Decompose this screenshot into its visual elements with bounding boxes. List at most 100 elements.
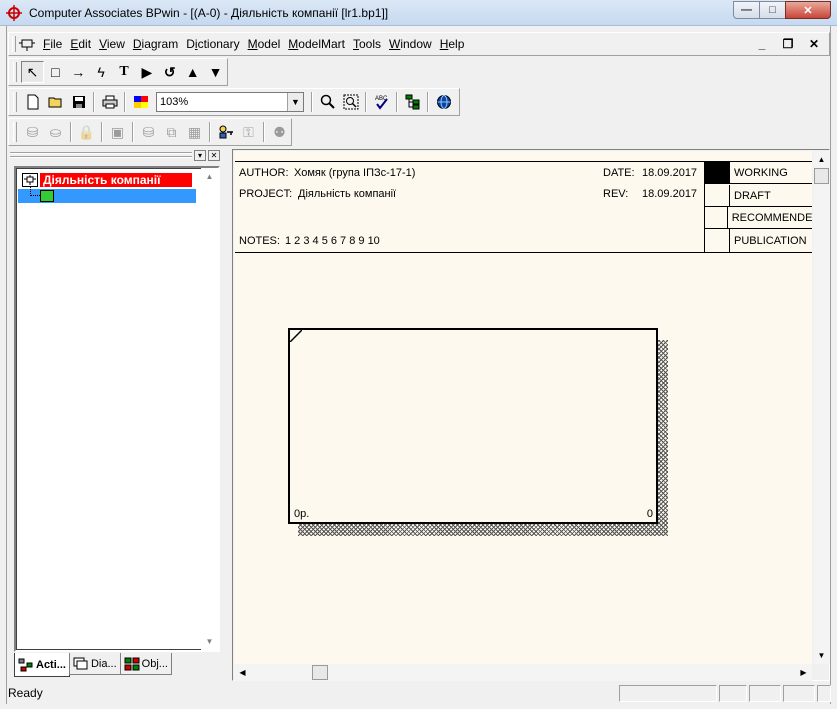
lock-icon: 🔒 xyxy=(77,123,96,140)
vertical-scroll-thumb[interactable] xyxy=(814,168,829,184)
menu-gripper[interactable] xyxy=(12,36,16,52)
window-maximize-button[interactable]: □ xyxy=(759,1,786,19)
go-to-sibling-button[interactable]: ▶ xyxy=(135,61,158,83)
save-button[interactable] xyxy=(67,91,90,113)
mm-merge-button[interactable]: ⧉ xyxy=(160,121,183,143)
menu-window[interactable]: Window xyxy=(385,35,436,53)
tree-root-label[interactable]: Діяльність компанії xyxy=(40,173,192,187)
tree-vertical-scrollbar[interactable]: ▲ ▼ xyxy=(201,168,218,650)
save-icon xyxy=(72,96,85,108)
tree-child-node[interactable] xyxy=(18,186,196,203)
mm-users-button[interactable]: ⚉ xyxy=(268,121,291,143)
zoom-fit-icon xyxy=(343,94,358,110)
mm-disconnect-button[interactable]: ⛀ xyxy=(44,121,67,143)
scroll-left-icon[interactable]: ◀ xyxy=(234,664,251,681)
zoom-select[interactable]: 103% ▼ xyxy=(156,92,304,112)
mdi-close-button[interactable]: ✕ xyxy=(802,35,826,53)
toolbar-gripper[interactable] xyxy=(13,92,17,112)
open-button[interactable] xyxy=(44,91,67,113)
pointer-tool-button[interactable]: ↖ xyxy=(20,61,44,83)
tab-activities[interactable]: Acti... xyxy=(14,653,70,677)
document-icon[interactable] xyxy=(19,37,35,51)
mm-open-button[interactable]: ▣ xyxy=(106,121,129,143)
menu-help[interactable]: Help xyxy=(436,35,469,53)
menu-tools[interactable]: Tools xyxy=(349,35,385,53)
menu-file[interactable]: File xyxy=(39,35,66,53)
model-explorer: ▾ ✕ Діяльність компанії ▲ ▼ Acti... Dia.… xyxy=(8,149,222,679)
database-disconnect-icon: ⛀ xyxy=(49,123,62,140)
mdi-restore-button[interactable]: ❐ xyxy=(776,35,800,53)
open-folder-icon xyxy=(48,97,61,108)
color-button[interactable] xyxy=(129,91,152,113)
diagram-vertical-scrollbar[interactable]: ▲ ▼ xyxy=(813,151,830,664)
scroll-down-icon[interactable]: ▼ xyxy=(813,647,830,664)
activity-tree[interactable]: Діяльність компанії ▲ ▼ xyxy=(14,166,220,652)
standard-toolbar: 103% ▼ ABC xyxy=(8,88,460,116)
toolbar-separator xyxy=(311,92,313,112)
zoom-fit-button[interactable] xyxy=(339,91,362,113)
spell-check-button[interactable]: ABC xyxy=(370,91,393,113)
status-label-working: WORKING xyxy=(734,166,788,179)
toolbar-separator xyxy=(93,92,95,112)
toolbar-gripper[interactable] xyxy=(13,62,17,82)
explorer-menu-button[interactable]: ▾ xyxy=(194,150,206,161)
squiggle-tool-button[interactable]: ϟ xyxy=(90,61,113,83)
menu-edit[interactable]: Edit xyxy=(66,35,95,53)
window-close-button[interactable]: ✕ xyxy=(785,1,831,19)
activity-box[interactable]: 0р. 0 xyxy=(288,328,658,524)
new-button[interactable] xyxy=(21,91,44,113)
menu-model[interactable]: Model xyxy=(244,35,285,53)
palette-toolbar: ↖ □ → ϟ T ▶ ↺ ▲ ▼ xyxy=(8,58,228,86)
scroll-down-icon[interactable]: ▼ xyxy=(201,633,218,650)
menu-view[interactable]: View xyxy=(95,35,129,53)
tab-objects[interactable]: Obj... xyxy=(119,653,172,675)
explorer-header[interactable]: ▾ ✕ xyxy=(8,149,222,162)
scroll-right-icon[interactable]: ▶ xyxy=(795,664,812,681)
bpwin-app-icon xyxy=(6,4,22,21)
activity-box-tool-button[interactable]: □ xyxy=(44,61,67,83)
size-grip[interactable] xyxy=(817,684,831,702)
print-button[interactable] xyxy=(98,91,121,113)
menu-dictionary[interactable]: Dictionary xyxy=(182,35,243,53)
mm-security-button[interactable] xyxy=(214,121,237,143)
mm-library-button[interactable]: ▦ xyxy=(183,121,206,143)
status-row-working: WORKING xyxy=(705,162,812,184)
new-document-icon xyxy=(27,94,38,110)
zoom-button[interactable] xyxy=(316,91,339,113)
explorer-close-button[interactable]: ✕ xyxy=(208,150,220,161)
chevron-down-icon: ▾ xyxy=(197,151,202,160)
diagram-horizontal-scrollbar[interactable]: ◀ ▶ xyxy=(234,664,812,681)
tab-diagrams-label: Dia... xyxy=(90,657,117,670)
activity-corner-mark xyxy=(290,330,302,342)
go-up-button[interactable]: ▲ xyxy=(181,61,204,83)
go-to-parent-button[interactable]: ↺ xyxy=(158,61,181,83)
magnifier-icon xyxy=(320,94,335,109)
window-minimize-button[interactable]: — xyxy=(733,1,760,19)
tab-diagrams[interactable]: Dia... xyxy=(68,653,121,675)
menu-edit-label: Edit xyxy=(70,37,92,51)
squiggle-icon: ϟ xyxy=(97,64,105,80)
text-tool-button[interactable]: T xyxy=(113,61,136,83)
menu-diagram[interactable]: Diagram xyxy=(129,35,182,53)
toolbar-gripper[interactable] xyxy=(13,122,17,142)
rev-value: 18.09.2017 xyxy=(642,188,698,200)
spell-check-icon: ABC xyxy=(375,96,388,110)
tree-root-node[interactable]: Діяльність компанії xyxy=(22,173,192,187)
expand-collapse-icon[interactable] xyxy=(22,173,38,187)
report-button[interactable] xyxy=(432,91,455,113)
mm-change-password-button[interactable]: ⚿ xyxy=(237,121,260,143)
diagram-canvas[interactable]: AUTHOR: Хомяк (група ІПЗс-17-1) PROJECT:… xyxy=(234,151,812,664)
scroll-up-icon[interactable]: ▲ xyxy=(201,168,218,185)
scroll-up-icon[interactable]: ▲ xyxy=(813,151,830,168)
chevron-down-icon[interactable]: ▼ xyxy=(287,93,303,111)
mdi-minimize-button[interactable]: _ xyxy=(750,35,774,53)
mm-connect-button[interactable]: ⛁ xyxy=(21,121,44,143)
arrow-tool-button[interactable]: → xyxy=(67,61,90,83)
mm-lock-button[interactable]: 🔒 xyxy=(75,121,98,143)
model-explorer-button[interactable] xyxy=(401,91,424,113)
go-down-button[interactable]: ▼ xyxy=(204,61,227,83)
horizontal-scroll-thumb[interactable] xyxy=(312,665,328,680)
author-label: AUTHOR: xyxy=(239,167,289,179)
menu-modelmart[interactable]: ModelMart xyxy=(284,35,349,53)
mm-save-button[interactable]: ⛁ xyxy=(137,121,160,143)
